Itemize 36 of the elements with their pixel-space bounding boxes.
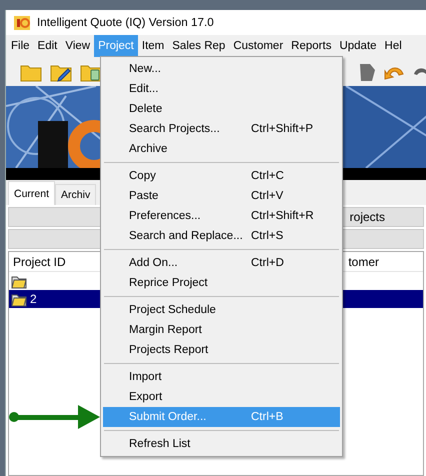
menu-option[interactable]: Refresh List — [103, 434, 340, 454]
menu-item[interactable]: Customer — [229, 35, 288, 57]
menu-option[interactable]: Reprice Project — [103, 273, 340, 293]
menu-option[interactable]: Preferences... Ctrl+Shift+R — [103, 206, 340, 226]
shape-icon[interactable] — [358, 62, 376, 82]
menu-item[interactable]: Reports — [287, 35, 336, 57]
menu-item[interactable]: Sales Rep — [168, 35, 230, 57]
menu-option[interactable]: Add On... Ctrl+D — [103, 253, 340, 273]
column-header[interactable]: Project ID — [9, 254, 66, 268]
menu-option[interactable]: Search Projects... Ctrl+Shift+P — [103, 119, 340, 139]
folder-icon — [11, 292, 27, 306]
menu-option[interactable]: Margin Report — [103, 320, 340, 340]
menu-option[interactable]: Paste Ctrl+V — [103, 186, 340, 206]
menu-item[interactable]: Item — [138, 35, 168, 57]
menu-item[interactable]: Edit — [34, 35, 62, 57]
menu-option[interactable]: Archive — [103, 139, 340, 159]
menu-item[interactable]: View — [61, 35, 94, 57]
column-header[interactable]: tomer — [344, 254, 423, 268]
menu-option[interactable]: Export — [103, 387, 340, 407]
menu-item[interactable]: Hel — [380, 35, 406, 57]
menu-item[interactable]: File — [7, 35, 34, 57]
filter-label: rojects — [350, 210, 385, 224]
menu-option[interactable]: Search and Replace... Ctrl+S — [103, 226, 340, 246]
menu-option[interactable]: Delete — [103, 99, 340, 119]
menu-option[interactable]: Copy Ctrl+C — [103, 166, 340, 186]
menu-option[interactable]: Import — [103, 367, 340, 387]
menu-option[interactable]: Edit... — [103, 79, 340, 99]
project-id: 2 — [30, 292, 37, 306]
app-logo-icon — [14, 16, 30, 30]
tab[interactable]: Current — [8, 181, 56, 205]
folder-icon — [11, 274, 27, 288]
menu-option[interactable]: Project Schedule — [103, 300, 340, 320]
menu-option[interactable]: Projects Report — [103, 340, 340, 360]
tab[interactable]: Archiv — [55, 184, 96, 205]
menu-item[interactable]: Update — [335, 35, 381, 57]
window-title: Intelligent Quote (IQ) Version 17.0 — [37, 16, 214, 29]
